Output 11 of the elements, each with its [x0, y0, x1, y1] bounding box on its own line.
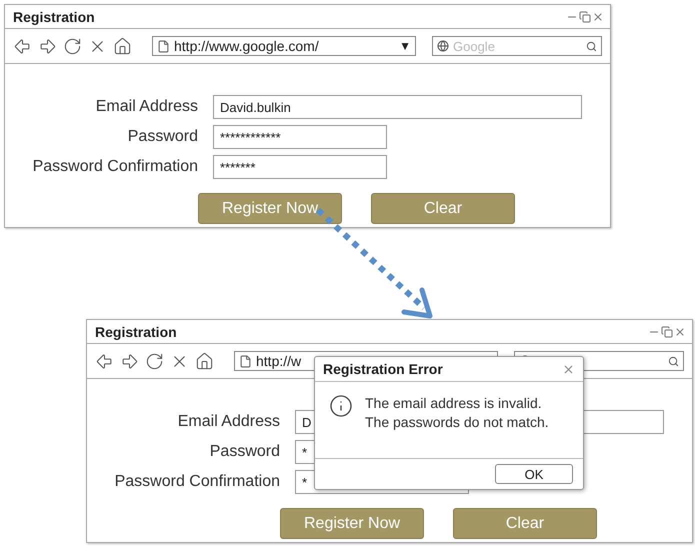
error-message: The passwords do not match. — [365, 413, 549, 432]
field-label: Email Address — [176, 413, 280, 431]
window-title: Registration — [95, 324, 177, 340]
field-label: Password — [208, 443, 280, 461]
field-label: Email Address — [94, 98, 198, 116]
field-label: Password Confirmation — [114, 473, 280, 491]
field-label: Password Confirmation — [32, 158, 198, 176]
field-label: Password — [126, 128, 198, 146]
error-message: The email address is invalid. — [365, 394, 543, 413]
dialog-title: Registration Error — [323, 361, 443, 377]
window-title: Registration — [13, 8, 95, 24]
